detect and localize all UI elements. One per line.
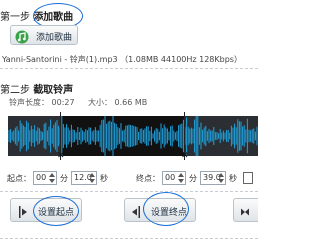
- step1-heading: 第一步 添加歌曲: [0, 8, 73, 23]
- stepper-arrows-icon[interactable]: [49, 173, 55, 183]
- time-controls: 起点： 00 分 12.0 秒 终点： 00 分 39.0 秒: [0, 171, 258, 187]
- file-size: 大小： 0.66 MB: [88, 97, 147, 108]
- start-seconds-stepper[interactable]: 12.0: [71, 171, 97, 185]
- file-size-label: 大小：: [88, 98, 112, 107]
- waveform-panel[interactable]: [8, 116, 258, 156]
- file-size-value: 0.66 MB: [114, 98, 148, 107]
- set-end-button[interactable]: 设置终点: [124, 198, 196, 222]
- start-minutes-unit: 分: [60, 174, 68, 183]
- start-handle-icon[interactable]: ✕: [57, 151, 65, 161]
- checkbox[interactable]: [243, 172, 253, 184]
- stepper-arrows-icon[interactable]: [89, 173, 95, 183]
- set-end-label: 设置终点: [151, 208, 188, 218]
- set-start-icon: [18, 204, 28, 218]
- end-minutes-value: 00: [165, 173, 176, 182]
- ringtone-length-value: 00:27: [51, 98, 75, 107]
- add-song-label: 添加歌曲: [36, 33, 73, 43]
- end-seconds-unit: 秒: [229, 174, 237, 183]
- divider: [0, 68, 258, 69]
- start-label: 起点：: [7, 174, 31, 183]
- end-handle-icon[interactable]: ✕: [181, 151, 189, 161]
- divider: [0, 238, 258, 239]
- end-label: 终点：: [136, 174, 160, 183]
- set-end-icon: [131, 204, 141, 218]
- start-minutes-value: 00: [36, 173, 47, 182]
- waveform: [8, 116, 258, 156]
- end-minutes-unit: 分: [189, 174, 197, 183]
- stepper-arrows-icon[interactable]: [178, 173, 184, 183]
- divider: [0, 191, 258, 192]
- step1-title: 添加歌曲: [33, 12, 74, 23]
- play-icon: [241, 204, 251, 218]
- step2-prefix: 第二步: [0, 85, 30, 96]
- step1-prefix: 第一步: [0, 12, 30, 23]
- set-start-button[interactable]: 设置起点: [10, 198, 82, 222]
- add-song-button[interactable]: 添加歌曲: [10, 25, 78, 45]
- end-minutes-stepper[interactable]: 00: [162, 171, 186, 185]
- file-info: Yanni-Santorini - 铃声(1).mp3 （1.08MB 4410…: [2, 55, 242, 64]
- ringtone-length: 铃声长度： 00:27: [9, 97, 75, 108]
- stepper-arrows-icon[interactable]: [218, 173, 224, 183]
- music-add-icon: [15, 29, 29, 44]
- play-button[interactable]: [233, 198, 258, 222]
- start-seconds-unit: 秒: [100, 174, 108, 183]
- start-minutes-stepper[interactable]: 00: [33, 171, 57, 185]
- step2-heading: 第二步 截取铃声: [0, 81, 73, 96]
- set-start-label: 设置起点: [38, 208, 75, 218]
- end-seconds-stepper[interactable]: 39.0: [200, 171, 226, 185]
- ringtone-length-label: 铃声长度：: [9, 98, 49, 107]
- step2-title: 截取铃声: [33, 85, 74, 96]
